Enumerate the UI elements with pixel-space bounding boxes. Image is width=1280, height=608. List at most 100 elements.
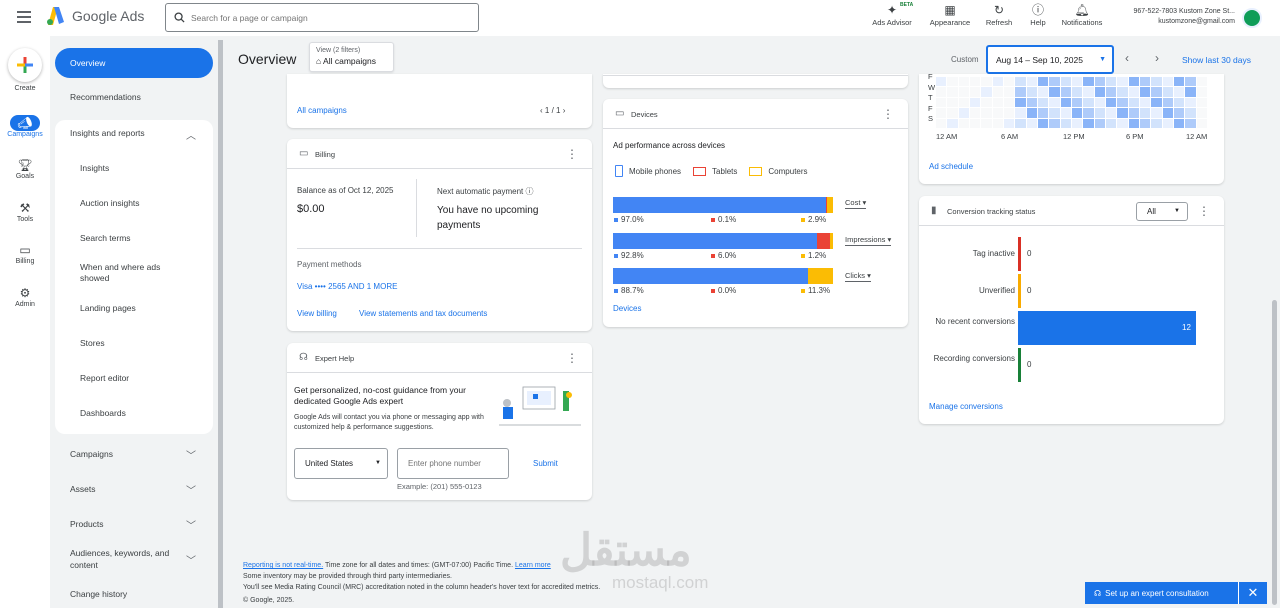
refresh-icon: ↻	[993, 3, 1005, 17]
device-pct-label: 88.7%	[614, 286, 644, 295]
menu-icon[interactable]	[17, 11, 31, 23]
sidebar-item-overview[interactable]: Overview	[55, 48, 213, 78]
rail-item-tools[interactable]: ⚒ Tools	[0, 200, 50, 223]
more-vert-icon[interactable]: ⋮	[1198, 204, 1210, 218]
learn-more-link[interactable]: Learn more	[515, 562, 551, 569]
date-range-picker[interactable]: Aug 14 – Sep 10, 2025 ▼	[986, 45, 1114, 74]
bar-segment-mobile	[613, 197, 827, 213]
view-billing-link[interactable]: View billing	[297, 309, 337, 318]
payment-method-link[interactable]: Visa •••• 2565 AND 1 MORE	[297, 282, 397, 291]
tablet-icon	[693, 166, 707, 176]
chevron-down-icon[interactable]: ﹀	[186, 447, 196, 462]
sidebar-subitem-landing-pages[interactable]: Landing pages	[80, 303, 136, 314]
page-scrollbar[interactable]	[1272, 300, 1277, 605]
notifications-button[interactable]: 🔔︎ Notifications	[1056, 2, 1108, 27]
metric-select-cost[interactable]: Cost ▾	[845, 198, 867, 209]
ad-schedule-link[interactable]: Ad schedule	[929, 162, 973, 171]
heatmap-day-label: W	[928, 82, 936, 92]
sidebar-subitem-dashboards[interactable]: Dashboards	[80, 408, 126, 419]
device-pct-text: 0.0%	[718, 286, 737, 295]
all-campaigns-link[interactable]: All campaigns	[297, 106, 347, 115]
heatmap-cell	[981, 118, 992, 128]
sidebar-subitem-stores[interactable]: Stores	[80, 338, 105, 349]
heatmap-cell	[1072, 77, 1083, 87]
heatmap-cell	[1038, 118, 1049, 128]
rail-item-campaigns[interactable]: 📣︎ Campaigns	[0, 115, 50, 138]
pagination: ‹ 1 / 1 ›	[540, 106, 565, 115]
submit-button[interactable]: Submit	[533, 459, 558, 468]
rail-item-admin[interactable]: ⚙ Admin	[0, 285, 50, 308]
sidebar-subitem-insights[interactable]: Insights	[80, 163, 109, 174]
chevron-down-icon[interactable]: ﹀	[186, 517, 196, 532]
rail-item-billing[interactable]: ▭ Billing	[0, 242, 50, 265]
view-statements-link[interactable]: View statements and tax documents	[359, 309, 487, 318]
chevron-right-icon[interactable]: ›	[560, 106, 566, 115]
heatmap-cell	[1083, 77, 1094, 87]
sidebar-scrollbar[interactable]	[218, 40, 223, 608]
conversion-filter-select[interactable]: All ▼	[1136, 202, 1188, 221]
device-pct-text: 97.0%	[621, 215, 644, 224]
ads-advisor-button[interactable]: ✦ BETA Ads Advisor	[868, 2, 916, 27]
page-title: Overview	[238, 51, 297, 67]
account-info[interactable]: 967-522-7803 Kustom Zone St... kustomzon…	[1120, 7, 1235, 27]
phone-input[interactable]	[397, 448, 509, 479]
heatmap-cell	[1094, 77, 1105, 87]
sidebar-item-change-history[interactable]: Change history	[70, 589, 127, 599]
chevron-down-icon[interactable]: ﹀	[186, 482, 196, 497]
sidebar-subitem-when-where[interactable]: When and where ads showed	[80, 262, 180, 284]
create-button[interactable]	[8, 48, 42, 82]
sidebar-item-assets[interactable]: Assets	[70, 484, 96, 494]
device-pct-label: 0.0%	[711, 286, 736, 295]
more-vert-icon[interactable]: ⋮	[566, 351, 578, 365]
heatmap-cell	[1083, 108, 1094, 118]
heatmap-hour-label: 12 AM	[1186, 132, 1208, 141]
rail-item-goals[interactable]: 🏆︎ Goals	[0, 157, 50, 180]
trophy-icon: 🏆︎	[17, 158, 33, 172]
country-select[interactable]: United States ▼	[294, 448, 388, 479]
prev-period-icon[interactable]: ‹	[1125, 51, 1129, 65]
avatar[interactable]	[1242, 8, 1262, 28]
chevron-down-icon[interactable]: ﹀	[186, 552, 196, 567]
sidebar-item-recommendations[interactable]: Recommendations	[70, 92, 141, 102]
search-input[interactable]	[191, 12, 461, 23]
sidebar-subitem-report-editor[interactable]: Report editor	[80, 373, 129, 384]
billing-card: ▭ Billing ⋮ Balance as of Oct 12, 2025 $…	[287, 139, 592, 331]
more-vert-icon[interactable]: ⋮	[566, 147, 578, 161]
conversion-value-label: 0	[1027, 286, 1032, 295]
refresh-button[interactable]: ↻ Refresh	[978, 2, 1020, 27]
more-vert-icon[interactable]: ⋮	[882, 107, 894, 121]
sidebar-item-products[interactable]: Products	[70, 519, 104, 529]
devices-header: ▭ Devices ⋮	[603, 99, 908, 129]
sidebar-subitem-auction-insights[interactable]: Auction insights	[80, 198, 140, 209]
metric-select-clicks[interactable]: Clicks ▾	[845, 271, 871, 282]
view-filter[interactable]: View (2 filters) ⌂ All campaigns	[309, 42, 394, 72]
next-payment-label: Next automatic payment ⓘ	[437, 186, 534, 197]
search-box[interactable]	[165, 3, 479, 32]
sidebar-item-insights-and-reports[interactable]: Insights and reports	[70, 128, 145, 138]
help-circle-icon[interactable]: ⓘ	[526, 187, 534, 196]
heatmap-cell	[1026, 108, 1037, 118]
reporting-link[interactable]: Reporting is not real-time.	[243, 562, 323, 569]
google-ads-logo[interactable]: Google Ads	[46, 7, 144, 25]
next-period-icon[interactable]: ›	[1155, 51, 1159, 65]
close-icon[interactable]: ✕	[1238, 582, 1267, 604]
heatmap-cell	[981, 77, 992, 87]
conversion-bar[interactable]	[1020, 311, 1196, 345]
show-last-30-days-link[interactable]: Show last 30 days	[1182, 55, 1251, 65]
device-pct-label: 11.3%	[801, 286, 830, 295]
sidebar-item-campaigns[interactable]: Campaigns	[70, 449, 113, 459]
sidebar-subitem-search-terms[interactable]: Search terms	[80, 233, 131, 244]
appearance-button[interactable]: ▦ Appearance	[926, 2, 974, 27]
heatmap-cell	[1049, 87, 1060, 97]
heatmap-cell	[1151, 108, 1162, 118]
help-button[interactable]: ⓘ Help	[1024, 2, 1052, 27]
heatmap-cell	[947, 108, 958, 118]
payment-methods-label: Payment methods	[297, 260, 362, 269]
manage-conversions-link[interactable]: Manage conversions	[929, 402, 1003, 411]
chevron-up-icon[interactable]: ︿	[186, 127, 196, 142]
heatmap-cell	[1015, 87, 1026, 97]
metric-select-impressions[interactable]: Impressions ▾	[845, 235, 892, 246]
heatmap-cell	[1185, 108, 1196, 118]
sidebar-item-audiences[interactable]: Audiences, keywords, and content	[70, 547, 182, 571]
devices-link[interactable]: Devices	[613, 304, 641, 313]
